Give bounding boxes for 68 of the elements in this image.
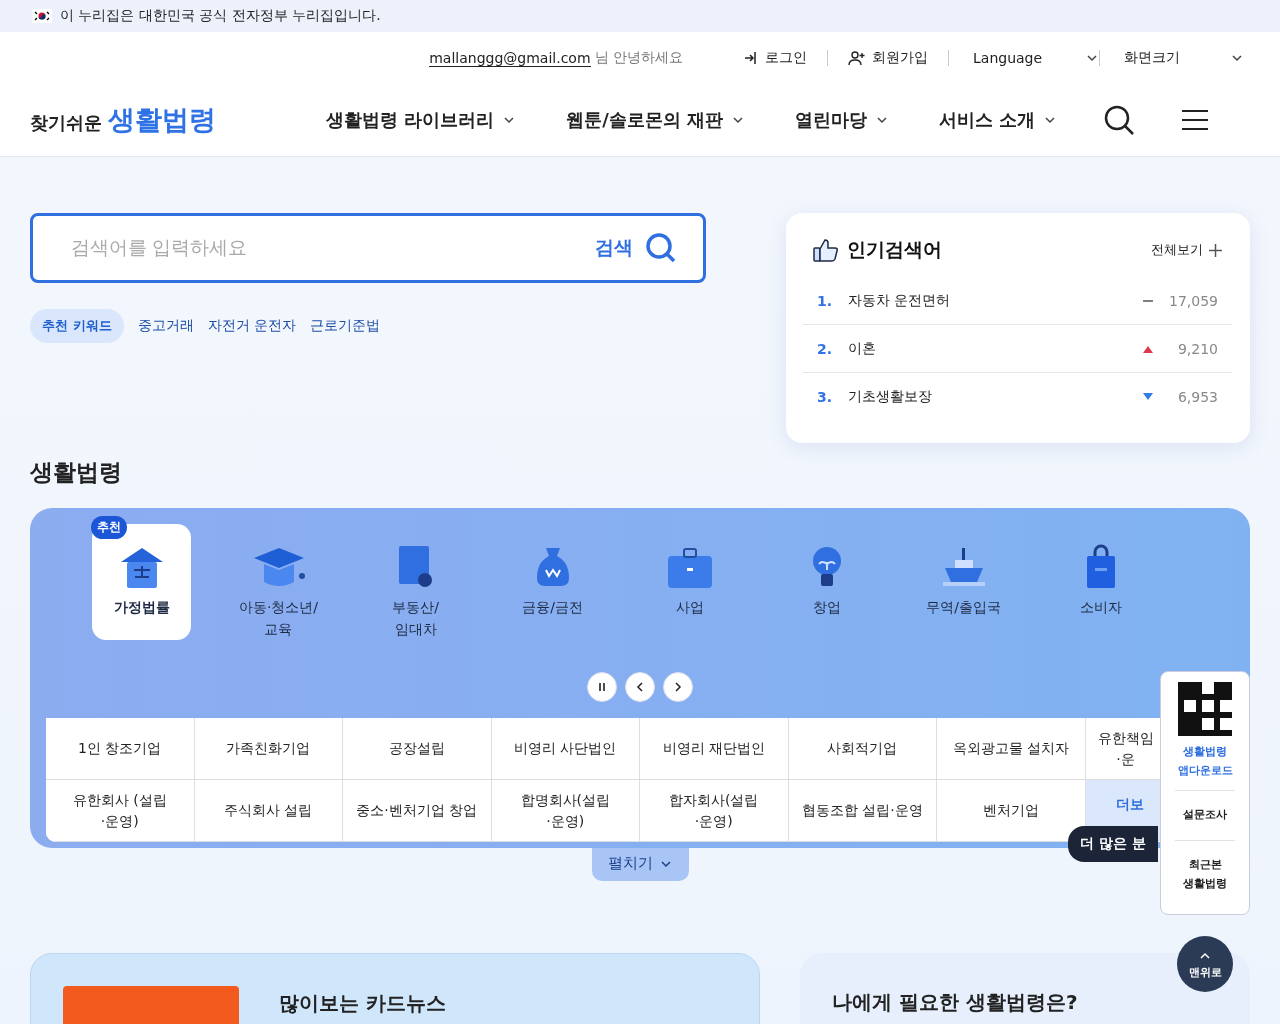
- law-topic-link[interactable]: 주식회사 설립: [194, 780, 343, 842]
- law-topic-link[interactable]: 비영리 사단법인: [491, 718, 640, 780]
- expand-button[interactable]: 펼치기: [591, 848, 689, 881]
- greeting-text: 님 안녕하세요: [594, 49, 683, 67]
- more-categories-tooltip: 더 많은 분: [1068, 826, 1158, 862]
- user-email-link[interactable]: mallanggg@gmail.com: [429, 49, 591, 67]
- card-news-title: 많이보는 카드뉴스: [279, 990, 446, 1017]
- keyword-label: 추천 키워드: [30, 309, 124, 343]
- nav-menu-item[interactable]: 웹툰/솔로몬의 재판: [566, 108, 746, 132]
- law-topic-link[interactable]: 협동조합 설립·운영: [788, 780, 937, 842]
- law-topic-link[interactable]: 합명회사(설립 ·운영): [491, 780, 640, 842]
- law-topic-link[interactable]: 유한회사 (설립 ·운영): [46, 780, 195, 842]
- category-tab[interactable]: 부동산/ 임대차: [366, 524, 465, 640]
- view-all-link[interactable]: 전체보기: [1151, 241, 1222, 259]
- survey-link[interactable]: 설문조사: [1183, 791, 1227, 840]
- law-topic-link[interactable]: 옥외광고물 설치자: [937, 718, 1086, 780]
- previous-button[interactable]: [625, 672, 655, 702]
- popular-search-title: 인기검색어: [847, 237, 942, 262]
- law-topic-link[interactable]: 가족친화기업: [194, 718, 343, 780]
- search-button[interactable]: [1103, 104, 1136, 136]
- qr-code-icon: [1178, 682, 1232, 736]
- menu-icon: [1181, 109, 1210, 131]
- nav-menu-item[interactable]: 서비스 소개: [939, 108, 1058, 132]
- nav-menu-item[interactable]: 생활법령 라이브러리: [326, 108, 517, 132]
- law-topic-link[interactable]: 1인 창조기업: [46, 718, 195, 780]
- gov-banner-text: 이 누리집은 대한민국 공식 전자정부 누리집입니다.: [60, 7, 381, 25]
- keyword-link[interactable]: 중고거래: [137, 317, 194, 335]
- law-topic-link[interactable]: 사회적기업: [788, 718, 937, 780]
- menu-button[interactable]: [1181, 109, 1210, 131]
- logo-title: 생활법령: [108, 103, 216, 137]
- recent-laws-link[interactable]: 최근본 생활법령: [1183, 841, 1227, 893]
- law-topic-link[interactable]: 합자회사(설립 ·운영): [640, 780, 789, 842]
- recommend-badge: 추천: [91, 516, 127, 539]
- search-field[interactable]: 검색어를 입력하세요 검색: [30, 213, 706, 283]
- login-link[interactable]: 로그인: [723, 49, 827, 67]
- back-to-top-button[interactable]: 맨위로: [1177, 936, 1233, 992]
- keyword-link[interactable]: 근로기준법: [310, 317, 380, 335]
- search-icon: [1103, 104, 1136, 136]
- law-topic-link[interactable]: 공장설립: [343, 718, 492, 780]
- signup-link[interactable]: 회원가입: [828, 49, 948, 67]
- thumbs-up-icon: [813, 237, 839, 263]
- next-button[interactable]: [663, 672, 693, 702]
- pause-button[interactable]: [587, 672, 617, 702]
- add-user-icon: [848, 50, 866, 66]
- section-title: 생활법령: [30, 458, 123, 487]
- language-select[interactable]: Language: [949, 50, 1099, 66]
- logo-subtitle: 찾기쉬운: [30, 111, 102, 135]
- pause-icon: [597, 682, 607, 692]
- popular-search-item[interactable]: 1. 자동차 운전면허 17,059: [803, 277, 1232, 325]
- needed-law-title: 나에게 필요한 생활법령은?: [832, 990, 1078, 1014]
- category-tab[interactable]: 아동·청소년/ 교육: [229, 524, 328, 640]
- login-icon: [743, 50, 759, 66]
- search-submit-button[interactable]: 검색: [589, 231, 683, 265]
- category-tab[interactable]: 무역/출입국: [914, 524, 1013, 640]
- nav-menu-item[interactable]: 열린마당: [795, 108, 890, 132]
- category-tab[interactable]: 사업: [640, 524, 739, 640]
- flag-icon: [32, 9, 52, 23]
- law-topic-link[interactable]: 중소·벤처기업 창업: [343, 780, 492, 842]
- keyword-link[interactable]: 자전거 운전자: [207, 317, 296, 335]
- search-icon: [645, 232, 677, 264]
- category-tab[interactable]: 소비자: [1051, 524, 1150, 640]
- plus-icon: [1209, 243, 1222, 257]
- category-tab[interactable]: 창업: [777, 524, 876, 640]
- law-topic-link[interactable]: 비영리 재단법인: [640, 718, 789, 780]
- screen-size-select[interactable]: 화면크기: [1100, 49, 1244, 67]
- category-tab[interactable]: 금융/금전: [503, 524, 602, 640]
- popular-search-item[interactable]: 2. 이혼 9,210: [803, 325, 1232, 373]
- popular-search-item[interactable]: 3. 기초생활보장 6,953: [803, 373, 1232, 420]
